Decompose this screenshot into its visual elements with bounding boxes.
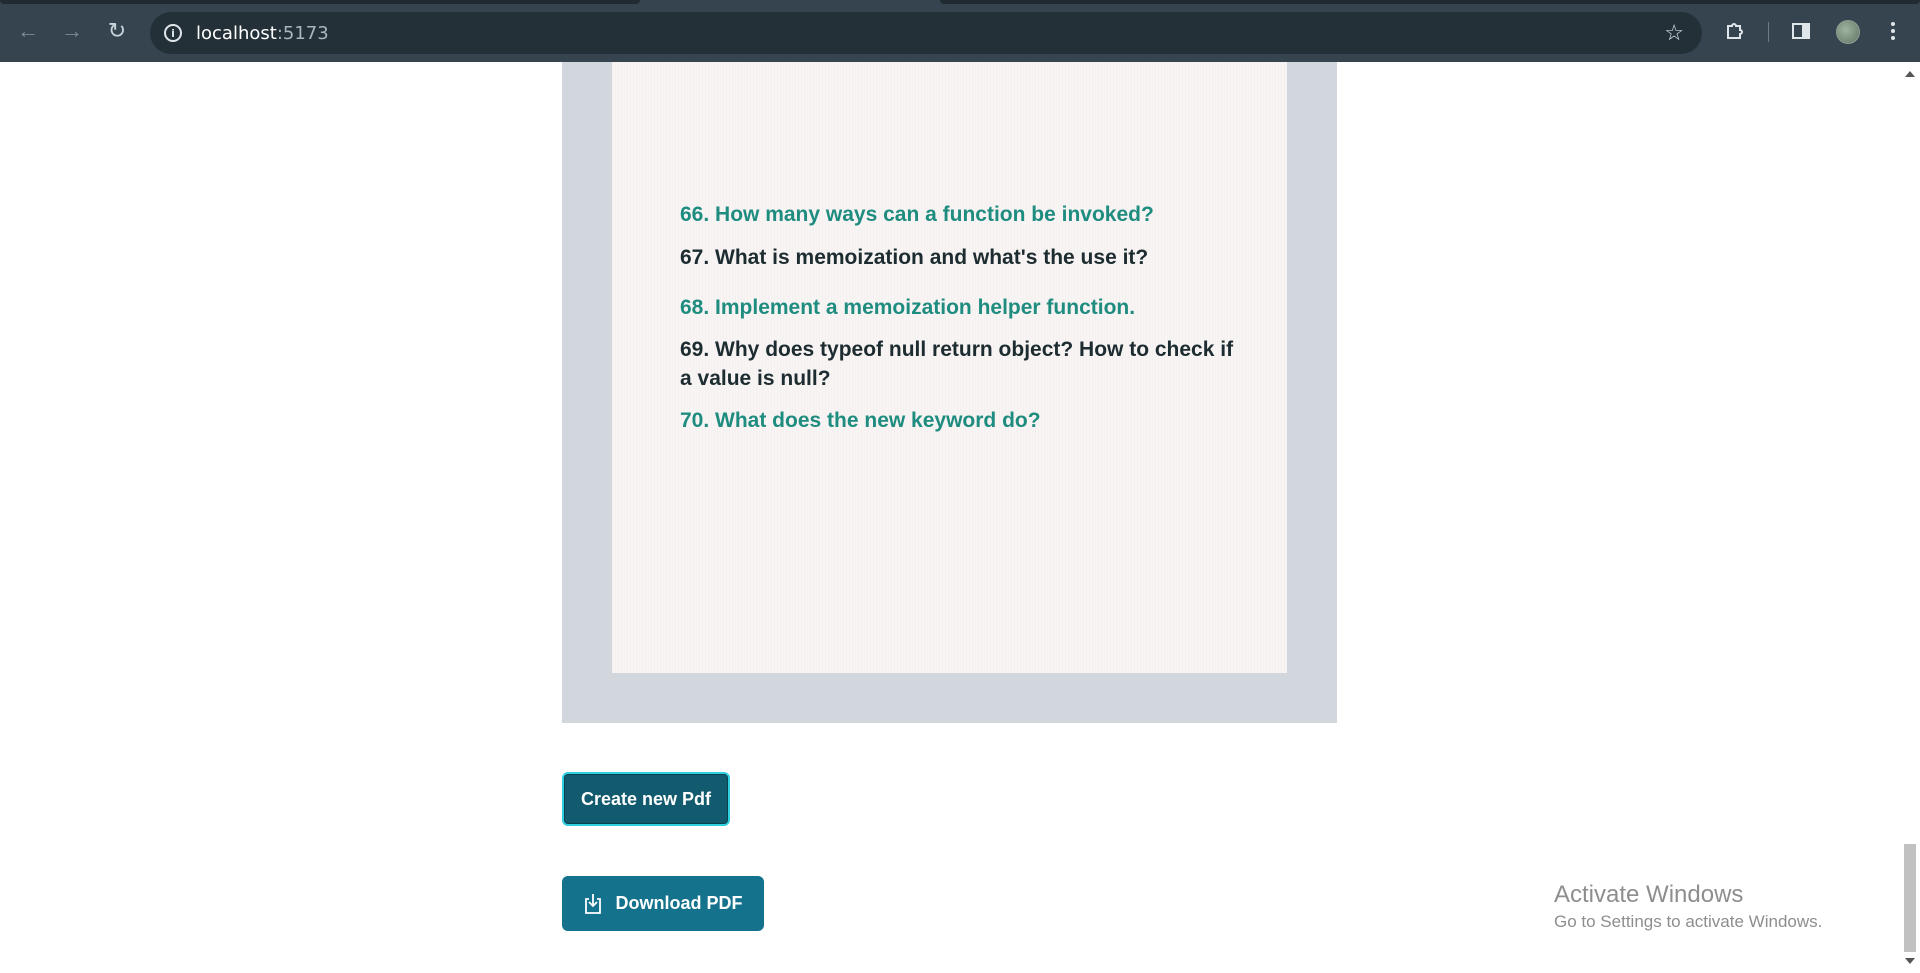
page-content: 66. How many ways can a function be invo… bbox=[0, 62, 1920, 973]
side-panel-icon[interactable] bbox=[1788, 18, 1814, 44]
create-new-pdf-button[interactable]: Create new Pdf bbox=[562, 772, 730, 826]
download-icon bbox=[584, 893, 601, 914]
pdf-page: 66. How many ways can a function be invo… bbox=[612, 62, 1287, 673]
info-icon[interactable]: i bbox=[164, 24, 182, 42]
question-69: 69. Why does typeof null return object? … bbox=[680, 338, 1234, 390]
address-bar[interactable]: i localhost:5173 ☆ bbox=[150, 12, 1702, 54]
puzzle-icon[interactable] bbox=[1722, 18, 1748, 44]
tab-strip-edge bbox=[0, 0, 640, 4]
pdf-preview-frame: 66. How many ways can a function be invo… bbox=[562, 62, 1337, 723]
scrollbar-thumb[interactable] bbox=[1904, 844, 1916, 952]
forward-button[interactable]: → bbox=[58, 17, 86, 45]
profile-avatar[interactable] bbox=[1836, 20, 1860, 44]
browser-toolbar: ← → ↻ i localhost:5173 ☆ bbox=[0, 0, 1920, 62]
arrow-left-icon: ← bbox=[17, 18, 39, 43]
vertical-scrollbar[interactable] bbox=[1900, 62, 1920, 973]
windows-activation-watermark: Activate Windows Go to Settings to activ… bbox=[1554, 880, 1822, 934]
download-pdf-label: Download PDF bbox=[615, 893, 743, 913]
kebab-menu-icon[interactable] bbox=[1880, 18, 1906, 44]
download-pdf-button[interactable]: Download PDF bbox=[562, 876, 764, 931]
url-port: :5173 bbox=[276, 23, 329, 44]
scroll-down-icon[interactable] bbox=[1905, 958, 1915, 964]
question-66: 66. How many ways can a function be invo… bbox=[680, 203, 1154, 226]
url-host: localhost bbox=[196, 23, 277, 44]
tab-strip-edge bbox=[940, 0, 1920, 4]
reload-icon: ↻ bbox=[107, 18, 127, 43]
url-text[interactable]: localhost:5173 bbox=[196, 23, 329, 44]
toolbar-divider bbox=[1768, 22, 1769, 42]
scroll-up-icon[interactable] bbox=[1905, 71, 1915, 77]
arrow-right-icon: → bbox=[61, 18, 83, 43]
star-icon[interactable]: ☆ bbox=[1664, 20, 1684, 46]
question-67: 67. What is memoization and what's the u… bbox=[680, 246, 1149, 269]
question-68: 68. Implement a memoization helper funct… bbox=[680, 296, 1136, 319]
question-70: 70. What does the new keyword do? bbox=[680, 409, 1041, 432]
watermark-title: Activate Windows bbox=[1554, 881, 1744, 908]
watermark-subtitle: Go to Settings to activate Windows. bbox=[1554, 912, 1823, 931]
reload-button[interactable]: ↻ bbox=[103, 17, 131, 45]
back-button[interactable]: ← bbox=[14, 17, 42, 45]
